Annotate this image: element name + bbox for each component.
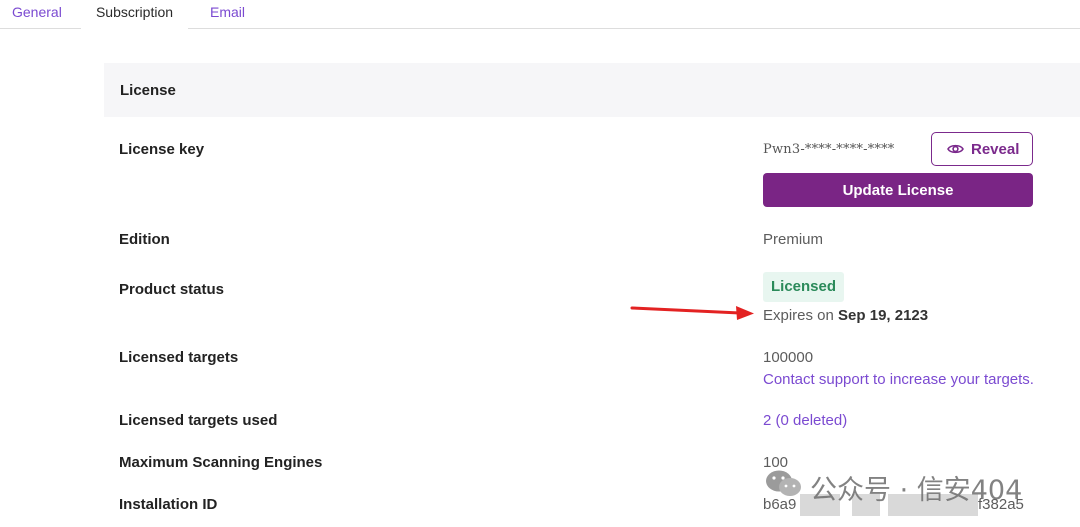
targets-used-link[interactable]: 2 (0 deleted) — [763, 412, 847, 429]
licensed-targets-value: 100000 — [763, 349, 814, 366]
tab-general[interactable]: General — [12, 4, 62, 20]
targets-used-label: Licensed targets used — [119, 412, 278, 429]
license-section-header: License — [104, 63, 1080, 117]
expiry-text: Expires on Sep 19, 2123 — [763, 307, 928, 324]
license-key-label: License key — [119, 141, 205, 158]
reveal-button[interactable]: Reveal — [931, 132, 1033, 166]
product-status-label: Product status — [119, 281, 225, 298]
settings-tabs: General Subscription Email — [0, 0, 1080, 30]
section-title: License — [120, 82, 176, 99]
wechat-logo-icon — [766, 470, 801, 496]
eye-icon — [947, 144, 964, 154]
watermark-text: 公众号 · 信安404 — [810, 475, 1023, 506]
edition-label: Edition — [119, 231, 170, 248]
max-engines-label: Maximum Scanning Engines — [119, 454, 323, 471]
tab-subscription[interactable]: Subscription — [81, 0, 188, 30]
status-badge: Licensed — [763, 272, 845, 302]
installation-id-label: Installation ID — [119, 496, 218, 513]
reveal-button-label: Reveal — [971, 141, 1020, 158]
tab-email[interactable]: Email — [210, 4, 245, 20]
edition-value: Premium — [763, 231, 824, 248]
red-arrow-icon — [630, 306, 754, 320]
contact-support-link[interactable]: Contact support to increase your targets… — [763, 371, 1034, 388]
license-key-value: Pwn3-****-****-**** — [763, 142, 895, 157]
expiry-prefix: Expires on — [763, 307, 834, 324]
expiry-date: Sep 19, 2123 — [838, 307, 929, 324]
licensed-targets-label: Licensed targets — [119, 349, 239, 366]
subscription-page: General Subscription Email License Licen… — [0, 0, 1080, 527]
update-license-button[interactable]: Update License — [763, 173, 1033, 207]
